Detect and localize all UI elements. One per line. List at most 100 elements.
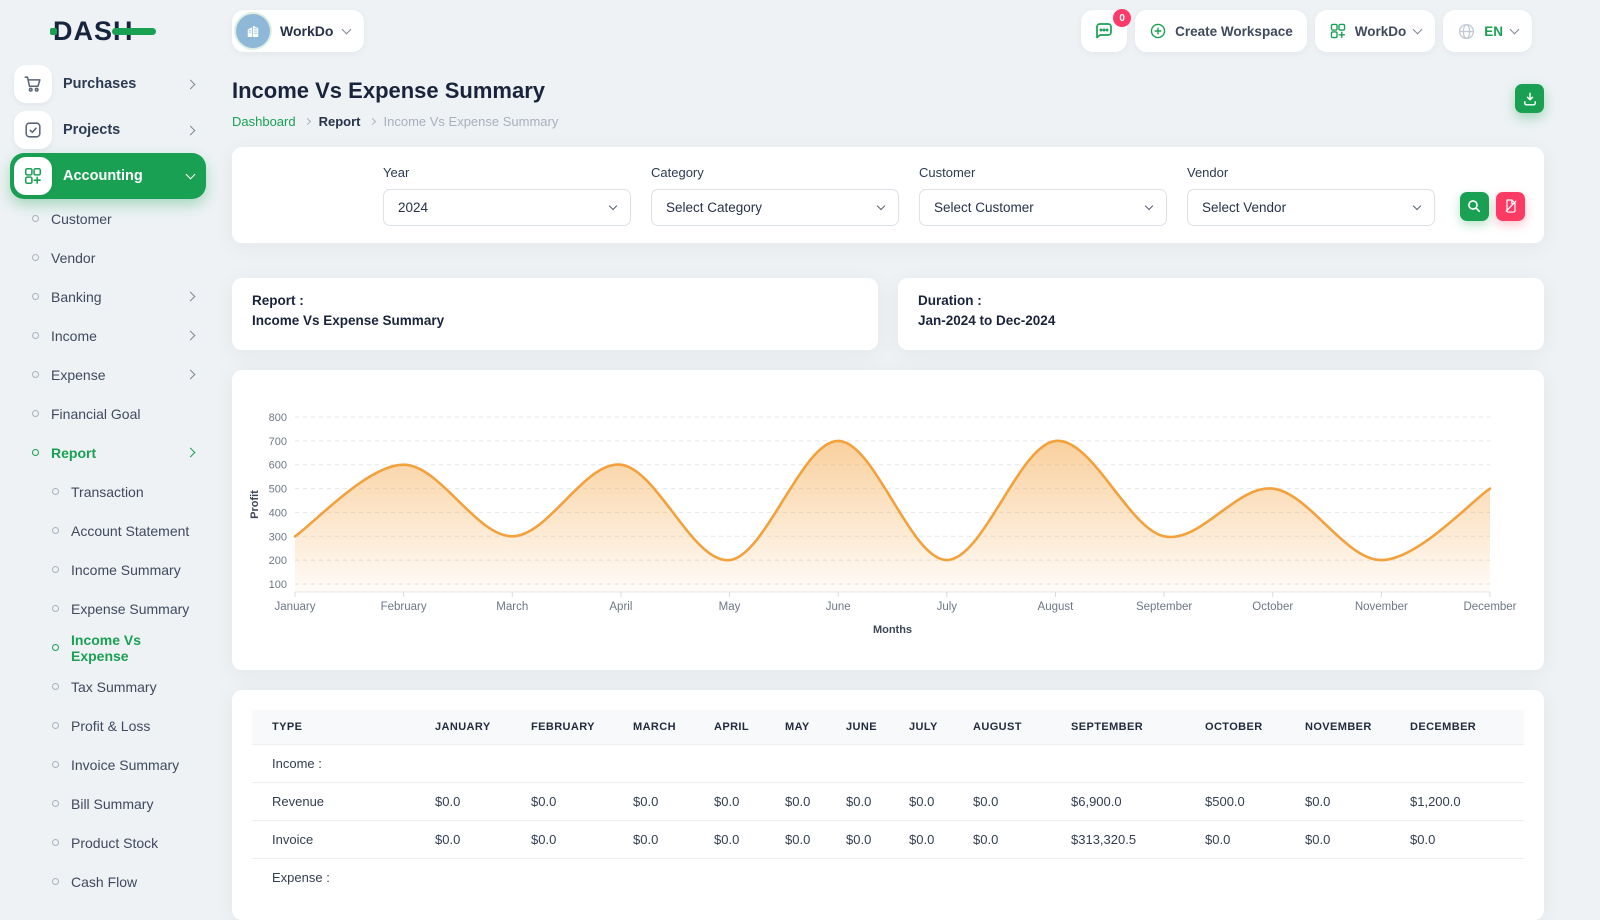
svg-text:September: September [1136, 601, 1192, 613]
sidebar-item-expense[interactable]: Expense [10, 355, 206, 394]
breadcrumb: Dashboard Report Income Vs Expense Summa… [232, 114, 558, 129]
sidebar-item-accounting[interactable]: Accounting [10, 153, 206, 199]
filter-card: Year 2024 Category Select Category Custo… [232, 147, 1544, 243]
report-card-label: Report : [252, 293, 858, 308]
table-section-label: Expense : [252, 859, 1524, 897]
workspace-avatar [236, 14, 270, 48]
chevron-down-icon [186, 170, 196, 180]
app-logo[interactable]: DASH [50, 14, 220, 53]
topbar: WorkDo 0 Create Workspace WorkDo EN [232, 0, 1544, 54]
sidebar-item-vendor[interactable]: Vendor [10, 238, 206, 277]
sidebar-item-purchases[interactable]: Purchases [10, 61, 206, 107]
table-cell: $0.0 [694, 821, 765, 859]
language-label: EN [1484, 24, 1503, 39]
submenu-label: Customer [51, 211, 112, 227]
column-header-july: JULY [889, 710, 953, 745]
table-row: Invoice$0.0$0.0$0.0$0.0$0.0$0.0$0.0$0.0$… [252, 821, 1524, 859]
table-cell: $0.0 [953, 821, 1051, 859]
column-header-october: OCTOBER [1185, 710, 1285, 745]
submenu-label: Expense [51, 367, 105, 383]
table-cell: $0.0 [826, 821, 889, 859]
table-section-label: Income : [252, 745, 1524, 783]
sidebar-item-customer[interactable]: Customer [10, 199, 206, 238]
table-cell: $0.0 [889, 821, 953, 859]
column-header-may: MAY [765, 710, 826, 745]
download-icon [1522, 91, 1538, 107]
bullet-icon [52, 839, 59, 846]
sidebar-item-invoice-summary[interactable]: Invoice Summary [10, 745, 206, 784]
sidebar-item-income-vs-expense[interactable]: Income Vs Expense [10, 628, 206, 667]
checkbox-icon [14, 111, 52, 149]
sidebar-item-income-summary[interactable]: Income Summary [10, 550, 206, 589]
sidebar-item-banking[interactable]: Banking [10, 277, 206, 316]
vendor-select[interactable]: Select Vendor [1187, 189, 1435, 226]
year-select[interactable]: 2024 [383, 189, 631, 226]
chevron-right-icon [186, 448, 196, 458]
table-cell: $0.0 [613, 783, 694, 821]
chat-bubble-icon [1093, 20, 1115, 42]
create-workspace-button[interactable]: Create Workspace [1135, 10, 1307, 52]
download-button[interactable] [1515, 84, 1544, 113]
sidebar-item-account-statement[interactable]: Account Statement [10, 511, 206, 550]
sidebar-item-tax-summary[interactable]: Tax Summary [10, 667, 206, 706]
building-icon [244, 22, 262, 40]
svg-text:100: 100 [269, 579, 287, 591]
bullet-icon [32, 332, 39, 339]
table-cell: $0.0 [694, 783, 765, 821]
table-row: Revenue$0.0$0.0$0.0$0.0$0.0$0.0$0.0$0.0$… [252, 783, 1524, 821]
bullet-icon [32, 449, 39, 456]
sidebar-item-report[interactable]: Report [10, 433, 206, 472]
workspace-menu-button[interactable]: WorkDo [1315, 10, 1436, 52]
sidebar-item-financial-goal[interactable]: Financial Goal [10, 394, 206, 433]
cart-icon [14, 65, 52, 103]
year-select-value: 2024 [398, 200, 428, 215]
sidebar-item-cash-flow[interactable]: Cash Flow [10, 862, 206, 901]
duration-card: Duration : Jan-2024 to Dec-2024 [898, 278, 1544, 350]
svg-text:July: July [937, 601, 958, 613]
submenu-label: Transaction [71, 484, 144, 500]
bullet-icon [52, 800, 59, 807]
bullet-icon [52, 527, 59, 534]
bullet-icon [52, 488, 59, 495]
accounting-submenu: Customer Vendor Banking Income Expense F… [10, 199, 206, 472]
submenu-label: Product Stock [71, 835, 158, 851]
workspace-name: WorkDo [280, 23, 333, 39]
bullet-icon [52, 878, 59, 885]
breadcrumb-report[interactable]: Report [319, 114, 361, 129]
sidebar-nav: Purchases Projects Accounting Customer V… [0, 61, 220, 901]
sidebar-item-bill-summary[interactable]: Bill Summary [10, 784, 206, 823]
breadcrumb-dashboard[interactable]: Dashboard [232, 114, 296, 129]
report-submenu: Transaction Account Statement Income Sum… [10, 472, 206, 901]
sidebar-item-product-stock[interactable]: Product Stock [10, 823, 206, 862]
column-header-november: NOVEMBER [1285, 710, 1390, 745]
chart-card: 100200300400500600700800JanuaryFebruaryM… [232, 370, 1544, 670]
language-button[interactable]: EN [1443, 10, 1532, 52]
sidebar-item-profit-and-loss[interactable]: Profit & Loss [10, 706, 206, 745]
submenu-label: Bill Summary [71, 796, 153, 812]
table-cell: $0.0 [953, 783, 1051, 821]
submenu-label: Vendor [51, 250, 95, 266]
table-cell: $0.0 [889, 783, 953, 821]
sidebar-item-income[interactable]: Income [10, 316, 206, 355]
table-cell: $0.0 [415, 783, 511, 821]
sidebar-item-projects[interactable]: Projects [10, 107, 206, 153]
category-select[interactable]: Select Category [651, 189, 899, 226]
messages-button[interactable]: 0 [1081, 10, 1127, 52]
search-button[interactable] [1460, 192, 1489, 221]
page-title: Income Vs Expense Summary [232, 78, 558, 104]
bullet-icon [32, 215, 39, 222]
workspace-switcher[interactable]: WorkDo [232, 10, 364, 52]
table-cell: $500.0 [1185, 783, 1285, 821]
sidebar-item-expense-summary[interactable]: Expense Summary [10, 589, 206, 628]
table-cell: $0.0 [511, 783, 613, 821]
table-cell: $0.0 [826, 783, 889, 821]
chevron-right-icon [186, 370, 196, 380]
income-vs-expense-chart: 100200300400500600700800JanuaryFebruaryM… [232, 370, 1544, 670]
svg-text:700: 700 [269, 436, 287, 448]
svg-text:600: 600 [269, 460, 287, 472]
customer-select[interactable]: Select Customer [919, 189, 1167, 226]
reset-button[interactable] [1496, 192, 1525, 221]
sidebar-item-transaction[interactable]: Transaction [10, 472, 206, 511]
chevron-down-icon [1413, 25, 1423, 35]
table-cell: $0.0 [1285, 783, 1390, 821]
